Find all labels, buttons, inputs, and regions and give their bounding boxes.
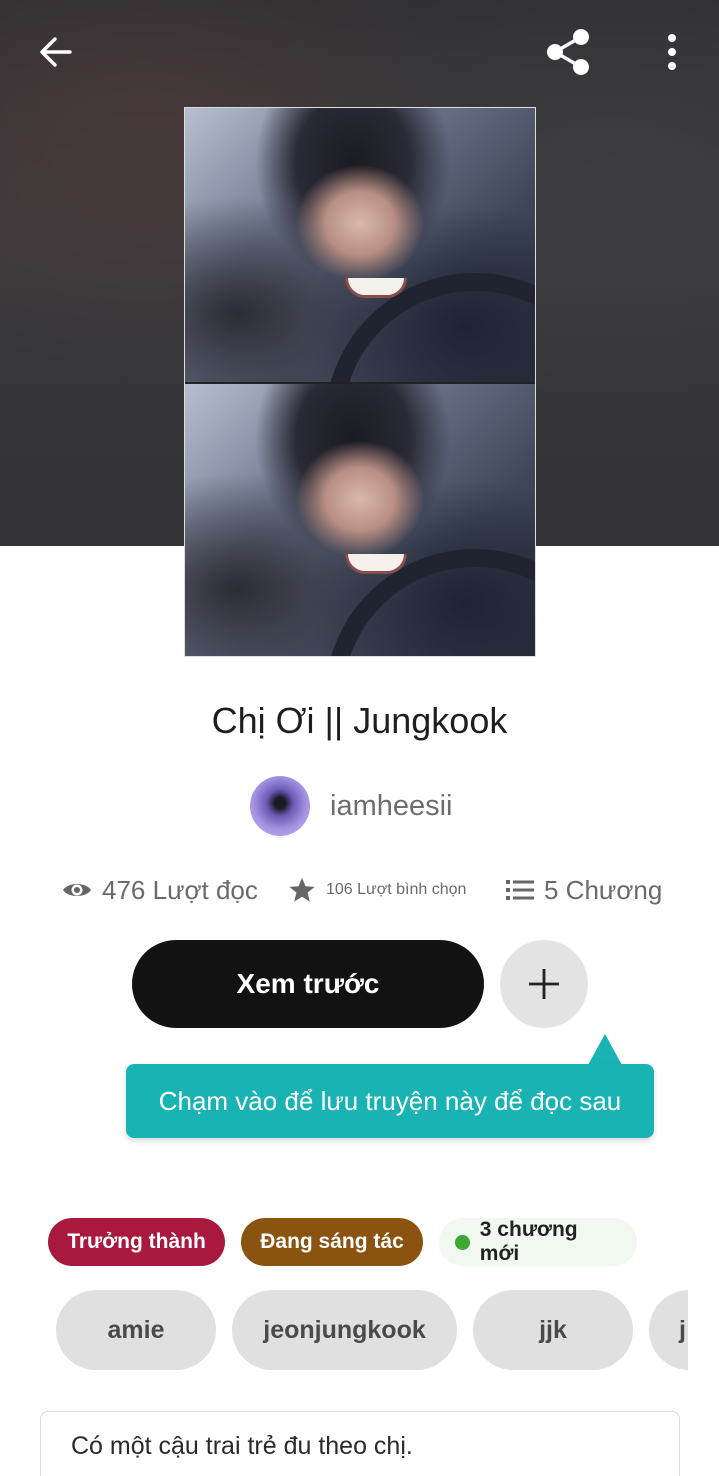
add-to-library-button[interactable] (500, 940, 588, 1028)
votes-stat: 106 Lượt bình chọn (288, 868, 466, 912)
more-vertical-icon (668, 34, 676, 70)
mature-badge: Trưởng thành (48, 1218, 225, 1266)
story-title: Chị Ơi || Jungkook (211, 700, 508, 741)
share-button[interactable] (540, 24, 596, 80)
story-stats: 476 Lượt đọc 106 Lượt bình chọn 5 Chương (62, 868, 682, 912)
eye-icon (63, 884, 91, 896)
chapters-stat[interactable]: 5 Chương (506, 868, 662, 912)
save-tooltip[interactable]: Chạm vào để lưu truyện này để đọc sau (126, 1064, 654, 1138)
author-name[interactable]: iamheesii (330, 790, 453, 823)
reads-count: 476 Lượt đọc (102, 874, 258, 905)
back-button[interactable] (28, 24, 84, 80)
reads-stat: 476 Lượt đọc (62, 868, 258, 912)
tag-chip[interactable]: jjk (473, 1290, 633, 1370)
tag-chip[interactable]: j (649, 1290, 688, 1370)
ongoing-badge: Đang sáng tác (241, 1218, 423, 1266)
cover-photo-bottom (185, 384, 535, 656)
book-cover (184, 107, 536, 657)
votes-count: 106 Lượt bình chọn (326, 881, 467, 898)
list-icon (506, 880, 534, 900)
preview-button[interactable]: Xem trước (132, 940, 484, 1028)
tooltip-pointer (588, 1034, 622, 1065)
more-options-button[interactable] (644, 24, 700, 80)
star-icon (289, 877, 315, 902)
arrow-left-icon (40, 37, 72, 67)
new-chapters-label: 3 chương mới (479, 1218, 578, 1265)
share-icon (547, 29, 589, 75)
new-indicator-dot-icon (455, 1234, 470, 1250)
new-chapters-badge: 3 chương mới (439, 1218, 637, 1266)
description-box[interactable]: Có một cậu trai trẻ đu theo chị. (40, 1411, 680, 1476)
tag-chip[interactable]: amie (56, 1290, 216, 1370)
description-text: Có một cậu trai trẻ đu theo chị. (71, 1432, 413, 1460)
plus-icon (529, 969, 559, 999)
author-avatar[interactable] (250, 776, 310, 836)
author-link[interactable]: iamheesii (250, 776, 453, 836)
tag-list: amie jeonjungkook jjk j (0, 1290, 688, 1370)
tooltip-text: Chạm vào để lưu truyện này để đọc sau (158, 1085, 622, 1116)
cover-photo-top (185, 108, 535, 382)
tag-chip[interactable]: jeonjungkook (232, 1290, 457, 1370)
chapters-count: 5 Chương (544, 874, 663, 905)
